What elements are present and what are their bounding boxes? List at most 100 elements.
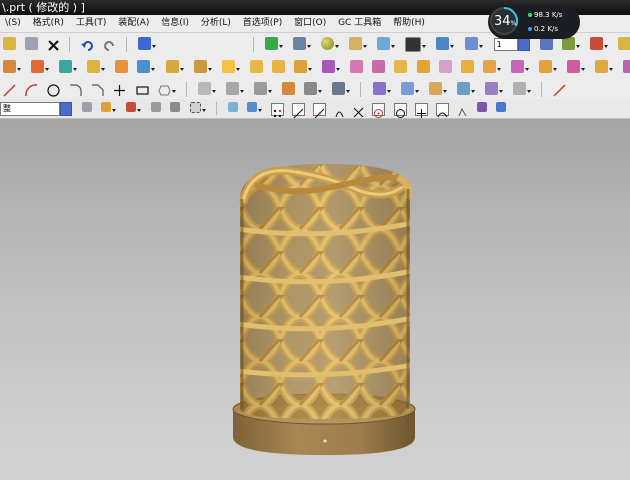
- edge-blend-icon[interactable]: [137, 60, 151, 73]
- chevron-down-icon[interactable]: [306, 45, 311, 48]
- arc-icon[interactable]: [25, 82, 38, 97]
- chevron-down-icon[interactable]: [201, 109, 206, 112]
- offset-face-icon[interactable]: [249, 60, 263, 73]
- move-face-icon[interactable]: [350, 60, 364, 73]
- menu-item-analysis[interactable]: 分析(L): [196, 15, 235, 32]
- chevron-down-icon[interactable]: [422, 45, 427, 48]
- chevron-down-icon[interactable]: [308, 68, 313, 71]
- intersection-icon[interactable]: [353, 103, 364, 118]
- extend-curve-icon[interactable]: [254, 82, 268, 95]
- deselect-icon[interactable]: [170, 102, 181, 112]
- make-coplanar-icon[interactable]: [510, 60, 524, 73]
- menu-item-info[interactable]: 信息(I): [156, 15, 193, 32]
- through-curves-icon[interactable]: [400, 82, 414, 95]
- menu-item-format[interactable]: 格式(R): [28, 15, 68, 32]
- menu-item-assembly[interactable]: 装配(A): [113, 15, 153, 32]
- chevron-down-icon[interactable]: [450, 45, 455, 48]
- arc-center-icon[interactable]: [372, 103, 386, 118]
- line-icon[interactable]: [3, 82, 16, 97]
- menu-item-preferences[interactable]: 首选项(P): [238, 15, 286, 32]
- select-features-icon[interactable]: [126, 102, 137, 112]
- chevron-down-icon[interactable]: [257, 109, 262, 112]
- chevron-down-icon[interactable]: [498, 90, 503, 93]
- chevron-down-icon[interactable]: [336, 68, 341, 71]
- split-body-icon[interactable]: [294, 60, 308, 73]
- snap-point-icon[interactable]: [270, 103, 284, 118]
- section-view-icon[interactable]: [377, 37, 391, 50]
- select-faces-icon[interactable]: [227, 102, 238, 112]
- replace-face-icon[interactable]: [416, 60, 430, 73]
- move-to-layer-icon[interactable]: [464, 37, 478, 50]
- menu-item-help[interactable]: 帮助(H): [388, 15, 429, 32]
- point-on-curve-icon[interactable]: [435, 103, 449, 118]
- trim-body-icon[interactable]: [271, 60, 285, 73]
- cross-section-edit-icon[interactable]: [623, 60, 630, 73]
- selection-scope-icon[interactable]: [101, 102, 112, 112]
- make-coaxial-icon[interactable]: [538, 60, 552, 73]
- chevron-down-icon[interactable]: [442, 90, 447, 93]
- chevron-down-icon[interactable]: [478, 45, 483, 48]
- chevron-down-icon[interactable]: [552, 68, 557, 71]
- studio-spline-icon[interactable]: [553, 82, 566, 97]
- filter-settings-icon[interactable]: [82, 102, 93, 112]
- wcs-origin-icon[interactable]: [589, 37, 603, 50]
- chevron-down-icon[interactable]: [526, 90, 531, 93]
- menu-item-tools[interactable]: 工具(T): [71, 15, 111, 32]
- block-icon[interactable]: [87, 60, 101, 73]
- menu-item-window[interactable]: 窗口(O): [289, 15, 330, 32]
- sew-icon[interactable]: [484, 82, 498, 95]
- chevron-down-icon[interactable]: [318, 90, 323, 93]
- delete-icon[interactable]: [47, 37, 60, 51]
- point-icon[interactable]: [113, 82, 126, 96]
- rectangle-select-icon[interactable]: [189, 102, 201, 113]
- chevron-down-icon[interactable]: [346, 90, 351, 93]
- draft-icon[interactable]: [221, 60, 235, 73]
- sketch-icon[interactable]: [3, 60, 16, 73]
- pattern-face-icon[interactable]: [482, 60, 496, 73]
- resize-blend-icon[interactable]: [438, 60, 452, 73]
- redo-icon[interactable]: [103, 37, 116, 51]
- chevron-down-icon[interactable]: [581, 68, 586, 71]
- chevron-down-icon[interactable]: [391, 45, 396, 48]
- make-symmetric-icon[interactable]: [595, 60, 609, 73]
- extrude-icon[interactable]: [31, 60, 45, 73]
- swept-icon[interactable]: [428, 82, 442, 95]
- intersect-curve-icon[interactable]: [304, 82, 318, 95]
- undo-icon[interactable]: [81, 37, 94, 51]
- chevron-down-icon[interactable]: [17, 68, 21, 71]
- n-sided-surface-icon[interactable]: [456, 82, 470, 95]
- chamfer-curve-icon[interactable]: [91, 82, 104, 96]
- chevron-down-icon[interactable]: [207, 68, 212, 71]
- delete-face-icon[interactable]: [460, 60, 474, 73]
- chevron-down-icon[interactable]: [575, 45, 580, 48]
- layer-settings-icon[interactable]: [436, 37, 450, 50]
- circle-icon[interactable]: [47, 82, 60, 97]
- chevron-down-icon[interactable]: [363, 45, 368, 48]
- chevron-down-icon[interactable]: [239, 90, 244, 93]
- datum-icon[interactable]: [59, 60, 73, 73]
- select-bodies-icon[interactable]: [246, 102, 257, 112]
- chevron-down-icon[interactable]: [470, 90, 475, 93]
- menu-item-insert[interactable]: \(S): [0, 15, 25, 32]
- fillet-icon[interactable]: [69, 82, 82, 96]
- control-point-icon[interactable]: [334, 103, 345, 118]
- chevron-down-icon[interactable]: [278, 45, 283, 48]
- chevron-down-icon[interactable]: [179, 68, 184, 71]
- view-orient-icon[interactable]: [292, 37, 306, 50]
- type-filter-field[interactable]: 整: [0, 102, 60, 116]
- select-all-icon[interactable]: [151, 102, 162, 112]
- work-layer-field[interactable]: 1: [493, 38, 518, 51]
- bridge-curve-icon[interactable]: [332, 82, 346, 95]
- surface-icon[interactable]: [372, 82, 386, 95]
- chamfer-icon[interactable]: [165, 60, 179, 73]
- chevron-down-icon[interactable]: [112, 109, 117, 112]
- shell-icon[interactable]: [193, 60, 207, 73]
- command-finder-icon[interactable]: [137, 37, 151, 50]
- chevron-down-icon[interactable]: [603, 45, 608, 48]
- workplane-icon[interactable]: [495, 102, 506, 112]
- endpoint-icon[interactable]: [292, 103, 306, 118]
- copy-icon[interactable]: [25, 37, 39, 50]
- chevron-down-icon[interactable]: [73, 68, 78, 71]
- chevron-down-icon[interactable]: [609, 68, 614, 71]
- make-tangent-icon[interactable]: [567, 60, 581, 73]
